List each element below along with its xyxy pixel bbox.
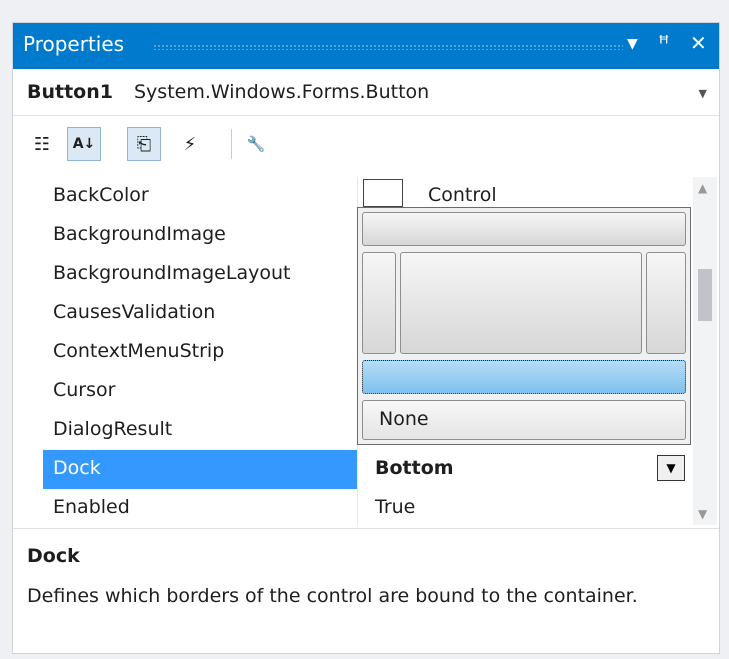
scroll-down-icon[interactable]: ▼: [698, 507, 707, 521]
property-value[interactable]: Bottom: [375, 457, 454, 479]
title-bar[interactable]: Properties ▼ ꟸ ✕: [13, 23, 719, 69]
properties-icon[interactable]: ⎗: [127, 127, 161, 161]
property-name: Dock: [53, 457, 101, 479]
property-name: CausesValidation: [53, 301, 216, 323]
title-grip[interactable]: [153, 44, 623, 50]
categorized-icon[interactable]: ☷: [25, 127, 59, 161]
property-name: BackColor: [53, 184, 149, 206]
close-icon[interactable]: ✕: [690, 31, 707, 55]
object-selector[interactable]: Button1 System.Windows.Forms.Button ▼: [13, 69, 719, 116]
dock-option-fill[interactable]: [400, 252, 642, 354]
properties-toolbar: ☷ A↓ ⎗ ⚡ 🔧: [13, 115, 719, 173]
property-row-enabled[interactable]: Enabled True: [43, 489, 683, 528]
dock-option-bottom[interactable]: [362, 360, 686, 394]
property-value: True: [375, 496, 416, 518]
description-pane: Dock Defines which borders of the contro…: [13, 528, 719, 654]
property-name: Cursor: [53, 379, 116, 401]
window-options-icon[interactable]: ▼: [627, 36, 638, 52]
property-value: Control: [428, 184, 497, 206]
description-title: Dock: [27, 545, 80, 567]
chevron-down-icon[interactable]: ▼: [699, 87, 707, 100]
description-text: Defines which borders of the control are…: [27, 585, 638, 607]
vertical-scrollbar[interactable]: ▲ ▼: [693, 177, 717, 525]
toolbar-separator: [231, 129, 232, 159]
property-name: DialogResult: [53, 418, 173, 440]
alphabetical-icon[interactable]: A↓: [67, 127, 101, 161]
dock-option-top[interactable]: [362, 212, 686, 246]
dock-none-label: None: [379, 408, 429, 430]
scrollbar-thumb[interactable]: [698, 269, 712, 321]
object-name: Button1: [27, 81, 113, 103]
dock-editor: None: [357, 207, 691, 445]
property-name: BackgroundImage: [53, 223, 226, 245]
events-icon[interactable]: ⚡: [173, 127, 207, 161]
object-type: System.Windows.Forms.Button: [134, 81, 430, 103]
window-title: Properties: [23, 32, 125, 56]
chevron-down-icon: ▼: [666, 461, 676, 475]
pin-icon[interactable]: ꟸ: [658, 31, 670, 55]
dock-option-none[interactable]: None: [362, 400, 686, 440]
property-pages-icon[interactable]: 🔧: [239, 127, 273, 161]
dock-option-left[interactable]: [362, 252, 396, 354]
color-swatch: [363, 179, 403, 207]
dock-option-right[interactable]: [646, 252, 686, 354]
property-name: ContextMenuStrip: [53, 340, 225, 362]
property-name: Enabled: [53, 496, 130, 518]
property-row-dock[interactable]: Dock Bottom: [43, 450, 683, 489]
properties-window: Properties ▼ ꟸ ✕ Button1 System.Windows.…: [12, 22, 720, 654]
property-name: BackgroundImageLayout: [53, 262, 291, 284]
scroll-up-icon[interactable]: ▲: [698, 181, 707, 195]
dock-dropdown-button[interactable]: ▼: [657, 455, 685, 481]
